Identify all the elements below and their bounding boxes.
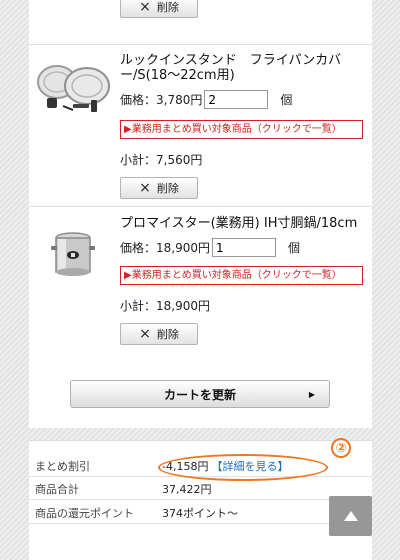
points-row: 商品の還元ポイント 374ポイント〜 xyxy=(29,502,372,524)
close-icon: × xyxy=(139,180,151,196)
product-thumbnail-stockpot[interactable] xyxy=(33,224,113,284)
close-icon: × xyxy=(139,0,151,15)
scroll-to-top-button[interactable] xyxy=(329,496,372,536)
item-divider xyxy=(29,206,372,207)
arrow-up-icon xyxy=(343,511,358,521)
points-value: 374ポイント〜 xyxy=(162,506,238,520)
delete-button-label: 削除 xyxy=(156,328,179,341)
delete-button-prev-item[interactable]: × 削除 xyxy=(120,0,198,18)
total-row: 商品合計 37,422円 xyxy=(29,478,372,500)
item-divider xyxy=(29,44,372,45)
price-row: 価格：3,780円 個 xyxy=(120,90,292,109)
delete-button-label: 削除 xyxy=(156,182,179,195)
item-title[interactable]: ルックインスタンド フライパンカバー/S(18〜22cm用) xyxy=(120,53,360,83)
highlight-oval xyxy=(158,454,328,481)
discount-label: まとめ割引 xyxy=(35,459,90,473)
delete-button[interactable]: × 削除 xyxy=(120,177,198,199)
price-label: 価格：3,780円 xyxy=(120,93,203,107)
price-row: 価格：18,900円 個 xyxy=(120,238,300,257)
points-label: 商品の還元ポイント xyxy=(35,506,134,520)
quantity-input[interactable] xyxy=(204,90,269,109)
delete-button[interactable]: × 削除 xyxy=(120,323,198,345)
total-label: 商品合計 xyxy=(35,482,79,496)
arrow-right-icon: ▶ xyxy=(308,389,315,399)
price-label: 価格：18,900円 xyxy=(120,241,210,255)
quantity-input[interactable] xyxy=(212,238,276,257)
item-title[interactable]: プロマイスター(業務用) IH寸胴鍋/18cm xyxy=(120,216,360,231)
item-subtotal: 小計：18,900円 xyxy=(120,299,210,313)
update-cart-label: カートを更新 xyxy=(163,387,236,402)
item-subtotal: 小計：7,560円 xyxy=(120,153,203,167)
close-icon: × xyxy=(139,326,151,342)
bulk-purchase-link[interactable]: ▶業務用まとめ買い対象商品（クリックで一覧） xyxy=(120,120,363,139)
annotation-number: ② xyxy=(331,438,351,458)
bulk-purchase-link[interactable]: ▶業務用まとめ買い対象商品（クリックで一覧） xyxy=(120,266,363,285)
quantity-unit: 個 xyxy=(280,93,293,107)
update-cart-button[interactable]: カートを更新 ▶ xyxy=(70,380,330,408)
cart-panel: × 削除 ルックインスタンド フライパンカバー/S(18〜22cm用) 価格：3… xyxy=(29,0,372,428)
quantity-unit: 個 xyxy=(288,241,301,255)
delete-button-label: 削除 xyxy=(156,1,179,14)
total-value: 37,422円 xyxy=(162,482,212,496)
product-thumbnail-frypan-cover[interactable] xyxy=(33,60,113,120)
